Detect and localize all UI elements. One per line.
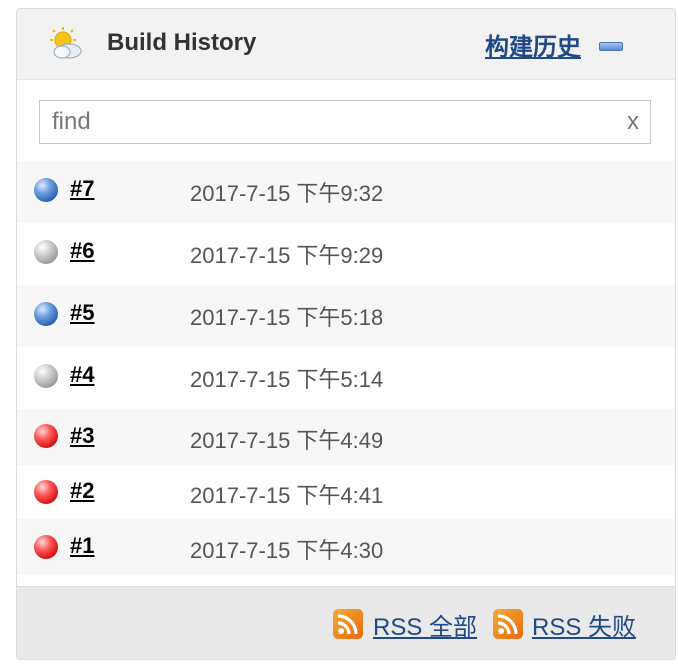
build-time: 2017-7-15 下午4:41: [190, 483, 384, 508]
rss-failed-link[interactable]: RSS 失败: [532, 607, 636, 642]
build-time: 2017-7-15 下午5:18: [190, 305, 384, 330]
build-link[interactable]: #2: [70, 478, 94, 504]
build-row: #7 2017-7-15 下午9:32: [17, 161, 675, 223]
search-box: x: [39, 100, 651, 144]
search-input[interactable]: [39, 100, 651, 144]
rss-icon[interactable]: [333, 609, 363, 639]
build-history-trend-link[interactable]: 构建历史: [485, 27, 581, 62]
rss-all-link[interactable]: RSS 全部: [373, 607, 477, 642]
build-row: #3 2017-7-15 下午4:49: [17, 409, 675, 465]
widget-title: Build History: [107, 29, 257, 56]
build-row: #1 2017-7-15 下午4:30: [17, 519, 675, 575]
build-time: 2017-7-15 下午9:29: [190, 243, 384, 268]
status-blue-ball-icon: [34, 302, 58, 326]
collapse-icon[interactable]: [599, 42, 623, 51]
build-history-widget: Build History 构建历史 x #7 2017-7-15 下午9:32…: [16, 8, 676, 660]
widget-footer: RSS 全部 RSS 失败: [17, 586, 675, 659]
status-grey-ball-icon: [34, 240, 58, 264]
build-link[interactable]: #1: [70, 533, 94, 559]
status-red-ball-icon: [34, 480, 58, 504]
build-link[interactable]: #5: [70, 300, 94, 326]
status-red-ball-icon: [34, 424, 58, 448]
build-time: 2017-7-15 下午9:32: [190, 181, 384, 206]
widget-header: Build History 构建历史: [17, 9, 675, 80]
build-link[interactable]: #6: [70, 238, 94, 264]
build-link[interactable]: #4: [70, 362, 94, 388]
build-link[interactable]: #7: [70, 176, 94, 202]
clear-search-button[interactable]: x: [627, 108, 639, 136]
status-red-ball-icon: [34, 535, 58, 559]
build-time: 2017-7-15 下午5:14: [190, 367, 384, 392]
rss-icon[interactable]: [493, 609, 523, 639]
build-row: #6 2017-7-15 下午9:29: [17, 223, 675, 285]
build-row: #5 2017-7-15 下午5:18: [17, 285, 675, 347]
build-time: 2017-7-15 下午4:49: [190, 428, 384, 453]
weather-partly-cloudy-icon: [50, 27, 82, 59]
build-row: #4 2017-7-15 下午5:14: [17, 347, 675, 409]
status-blue-ball-icon: [34, 178, 58, 202]
build-row: #2 2017-7-15 下午4:41: [17, 465, 675, 519]
status-grey-ball-icon: [34, 364, 58, 388]
build-time: 2017-7-15 下午4:30: [190, 538, 384, 563]
build-link[interactable]: #3: [70, 423, 94, 449]
